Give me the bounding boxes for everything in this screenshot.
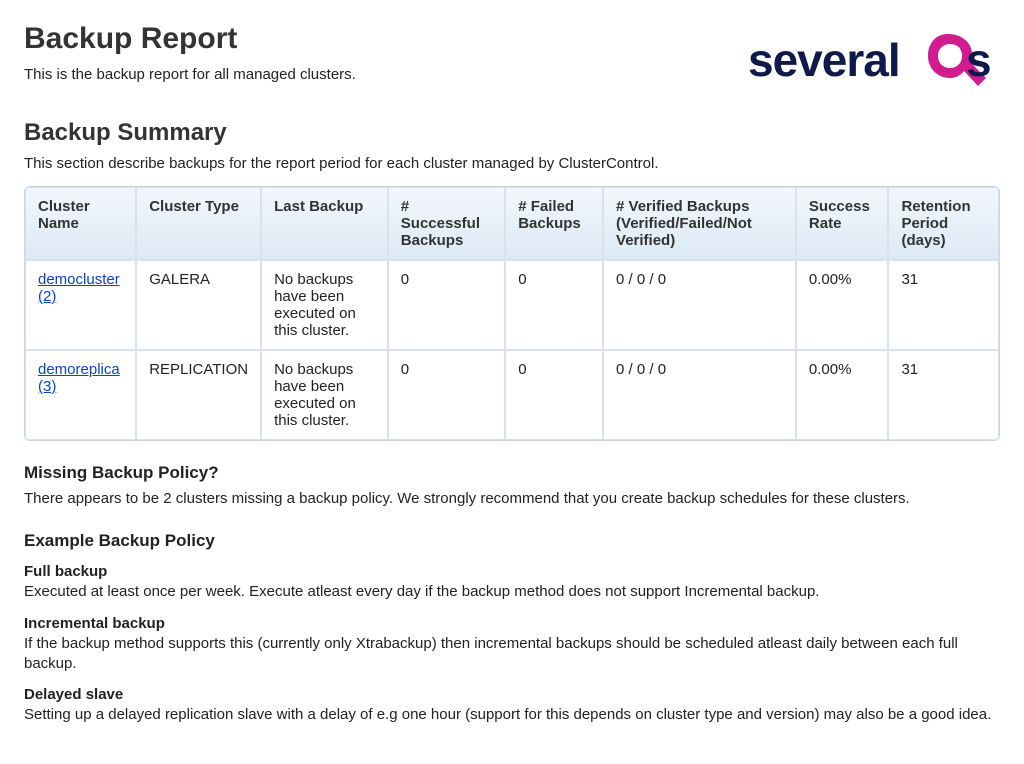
policy-item-text: Setting up a delayed replication slave w…	[24, 705, 1000, 725]
svg-text:s: s	[966, 34, 991, 86]
cell-verified: 0 / 0 / 0	[603, 350, 796, 440]
brand-logo: several s	[748, 26, 998, 101]
cell-success-rate: 0.00%	[796, 260, 889, 350]
col-successful: # Successful Backups	[388, 187, 505, 260]
missing-policy-text: There appears to be 2 clusters missing a…	[24, 489, 1000, 509]
summary-heading: Backup Summary	[24, 119, 1000, 147]
cell-verified: 0 / 0 / 0	[603, 260, 796, 350]
col-retention: Retention Period (days)	[888, 187, 999, 260]
cluster-link[interactable]: demoreplica (3)	[38, 361, 120, 395]
col-verified: # Verified Backups (Verified/Failed/Not …	[603, 187, 796, 260]
col-success-rate: Success Rate	[796, 187, 889, 260]
policy-item-text: Executed at least once per week. Execute…	[24, 582, 1000, 602]
cell-failed: 0	[505, 260, 603, 350]
missing-policy-heading: Missing Backup Policy?	[24, 463, 1000, 483]
cell-retention: 31	[888, 350, 999, 440]
cluster-link[interactable]: democluster (2)	[38, 271, 120, 305]
col-last-backup: Last Backup	[261, 187, 388, 260]
intro-text: This is the backup report for all manage…	[24, 66, 356, 83]
policy-item-title: Incremental backup	[24, 615, 1000, 632]
page-title: Backup Report	[24, 22, 356, 56]
table-row: democluster (2) GALERA No backups have b…	[25, 260, 999, 350]
cell-last-backup: No backups have been executed on this cl…	[261, 260, 388, 350]
cell-last-backup: No backups have been executed on this cl…	[261, 350, 388, 440]
cell-retention: 31	[888, 260, 999, 350]
example-policy-heading: Example Backup Policy	[24, 531, 1000, 551]
policy-item-title: Full backup	[24, 563, 1000, 580]
col-cluster-type: Cluster Type	[136, 187, 261, 260]
cell-cluster-type: GALERA	[136, 260, 261, 350]
col-failed: # Failed Backups	[505, 187, 603, 260]
policy-item-text: If the backup method supports this (curr…	[24, 634, 1000, 675]
summary-desc: This section describe backups for the re…	[24, 155, 1000, 172]
svg-text:several: several	[748, 34, 900, 86]
col-cluster-name: Cluster Name	[25, 187, 136, 260]
table-row: demoreplica (3) REPLICATION No backups h…	[25, 350, 999, 440]
cell-cluster-type: REPLICATION	[136, 350, 261, 440]
cell-success-rate: 0.00%	[796, 350, 889, 440]
cell-successful: 0	[388, 260, 505, 350]
backup-table: Cluster Name Cluster Type Last Backup # …	[24, 186, 1000, 441]
policy-item-title: Delayed slave	[24, 686, 1000, 703]
cell-failed: 0	[505, 350, 603, 440]
cell-successful: 0	[388, 350, 505, 440]
